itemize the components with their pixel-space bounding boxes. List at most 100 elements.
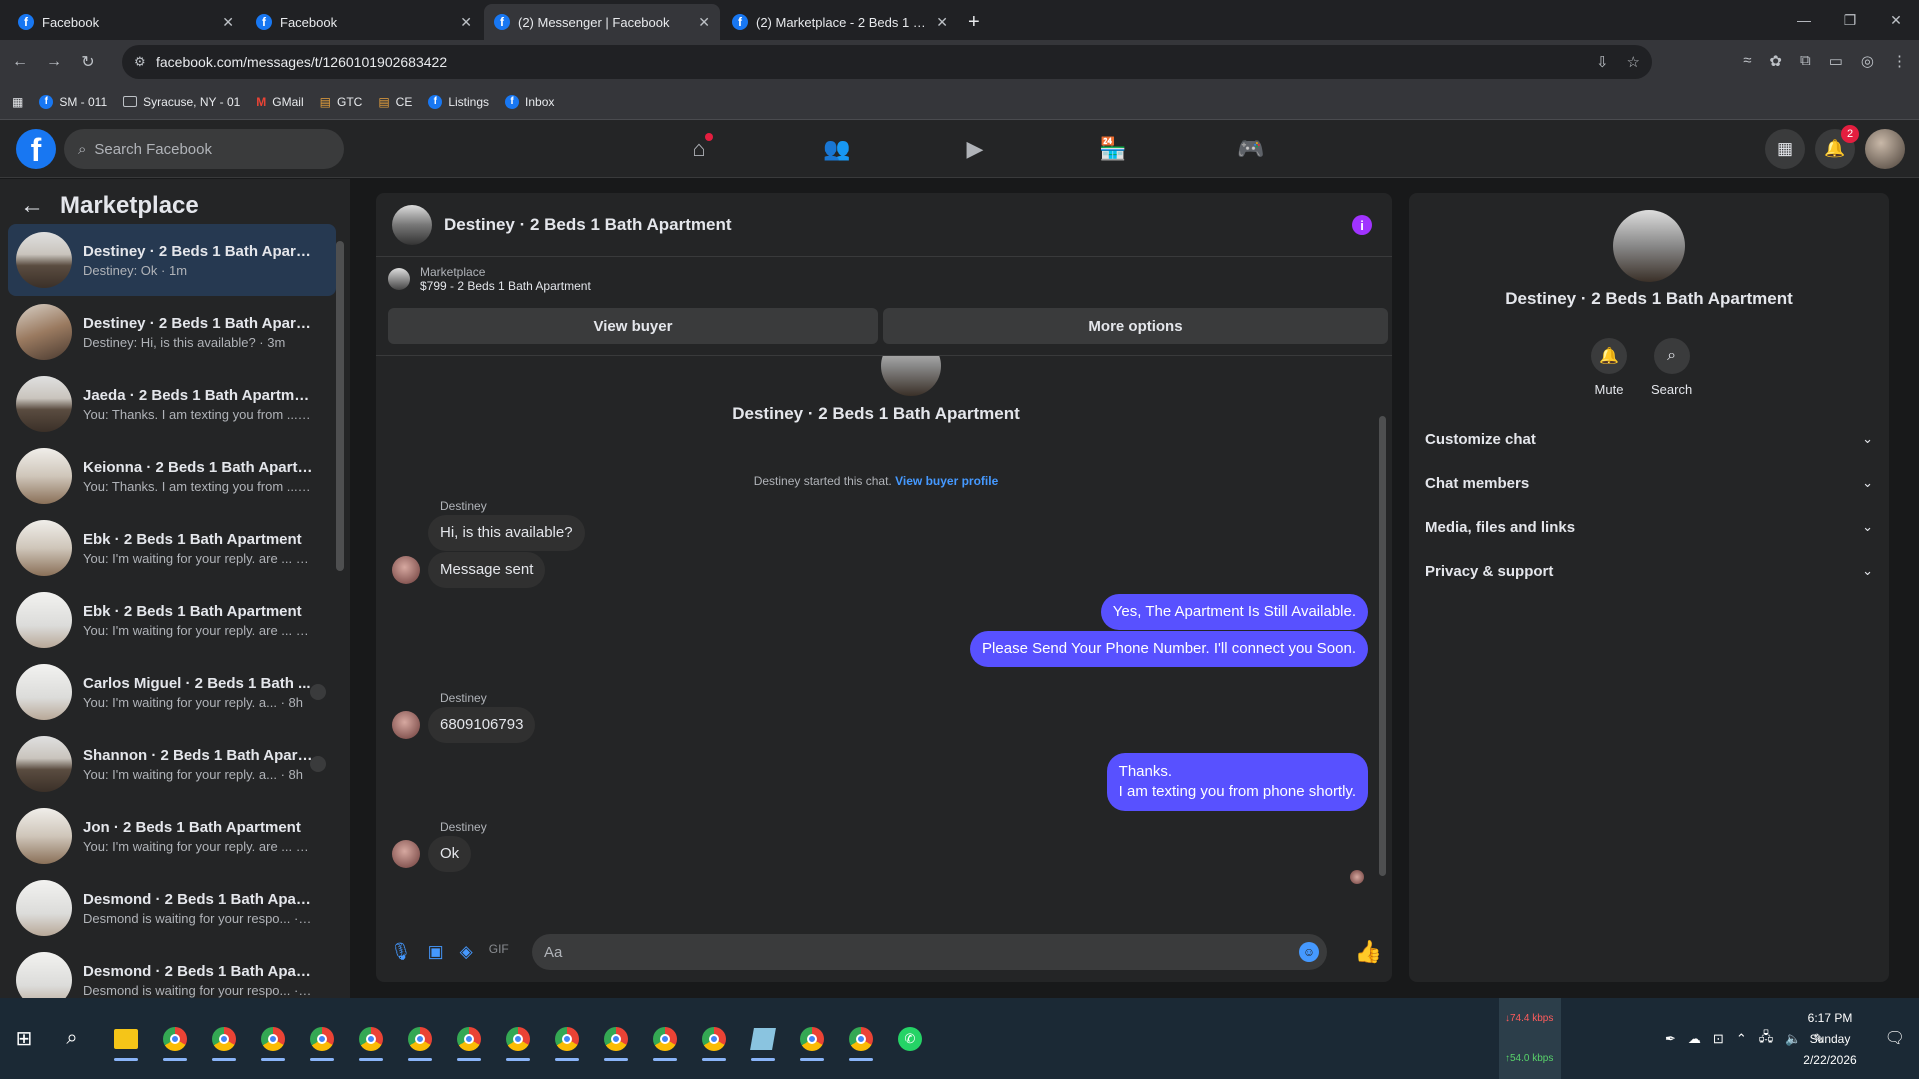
windows-start-icon[interactable]: ⊞ xyxy=(0,998,48,1079)
chrome-icon[interactable] xyxy=(696,1021,732,1061)
chrome-icon[interactable] xyxy=(451,1021,487,1061)
sender-avatar[interactable] xyxy=(392,556,420,584)
taskbar-search-icon[interactable]: ⌕ xyxy=(48,1027,96,1050)
bookmark-item[interactable]: f SM - 011 xyxy=(39,94,107,109)
sender-avatar[interactable] xyxy=(392,711,420,739)
sender-avatar[interactable] xyxy=(392,840,420,868)
photo-icon[interactable]: ▣ xyxy=(428,942,444,962)
extension-icon[interactable]: ✿ xyxy=(1769,52,1782,70)
site-info-icon[interactable]: ⚙ xyxy=(134,54,146,70)
home-icon[interactable]: ⌂ xyxy=(630,120,768,178)
clock[interactable]: 6:17 PM Sunday 2/22/2026 xyxy=(1795,1008,1865,1071)
close-window-icon[interactable]: ✕ xyxy=(1873,0,1919,40)
mute-button[interactable]: 🔔 Mute xyxy=(1591,338,1627,397)
new-tab-button[interactable]: + xyxy=(960,4,988,40)
scrollbar[interactable] xyxy=(1379,416,1386,876)
tray-app-icon[interactable]: ⊡ xyxy=(1713,1031,1724,1047)
chrome-icon[interactable] xyxy=(549,1021,585,1061)
view-buyer-profile-link[interactable]: View buyer profile xyxy=(895,474,998,488)
browser-tab[interactable]: f Facebook ✕ xyxy=(246,4,482,40)
gif-icon[interactable]: GIF xyxy=(489,942,509,962)
reload-icon[interactable]: ↻ xyxy=(74,52,102,72)
pen-icon[interactable]: ✒ xyxy=(1665,1031,1676,1047)
chrome-icon[interactable] xyxy=(843,1021,879,1061)
chat-avatar[interactable] xyxy=(392,204,432,245)
browser-tab[interactable]: f (2) Marketplace - 2 Beds 1 Bath ✕ xyxy=(722,4,958,40)
account-avatar[interactable] xyxy=(1865,129,1905,169)
bookmark-item[interactable]: Syracuse, NY - 01 xyxy=(123,95,240,109)
chrome-icon[interactable] xyxy=(255,1021,291,1061)
bookmark-item[interactable]: M GMail xyxy=(256,95,303,109)
conversation-item[interactable]: Carlos Miguel · 2 Beds 1 Bath ... You: I'… xyxy=(8,656,336,728)
notifications-bell-icon[interactable]: 🔔 2 xyxy=(1815,125,1859,169)
privacy-support-item[interactable]: Privacy & support ⌄ xyxy=(1425,549,1881,593)
chrome-icon[interactable] xyxy=(206,1021,242,1061)
listing-summary[interactable]: Marketplace $799 - 2 Beds 1 Bath Apartme… xyxy=(388,265,591,293)
chat-members-item[interactable]: Chat members ⌄ xyxy=(1425,461,1881,505)
more-options-button[interactable]: More options xyxy=(883,308,1388,344)
microphone-icon[interactable]: 🎙 xyxy=(390,942,412,962)
minimize-icon[interactable]: — xyxy=(1781,0,1827,40)
info-icon[interactable]: i xyxy=(1352,215,1372,235)
file-explorer-icon[interactable] xyxy=(108,1021,144,1061)
friends-icon[interactable]: 👥 xyxy=(768,120,906,178)
address-bar[interactable]: ⚙ facebook.com/messages/t/12601019026834… xyxy=(122,45,1652,79)
restore-icon[interactable]: ❐ xyxy=(1827,0,1873,40)
chrome-icon[interactable] xyxy=(598,1021,634,1061)
scrollbar[interactable] xyxy=(336,241,344,571)
close-tab-icon[interactable]: ✕ xyxy=(698,14,710,31)
chrome-icon[interactable] xyxy=(353,1021,389,1061)
marketplace-icon[interactable]: 🏪 xyxy=(1044,120,1182,178)
menu-grid-icon[interactable]: ▦ xyxy=(1765,129,1805,169)
chrome-icon[interactable] xyxy=(402,1021,438,1061)
bookmark-item[interactable]: f Listings xyxy=(428,94,489,109)
bookmark-star-icon[interactable]: ☆ xyxy=(1627,53,1640,71)
chat-title[interactable]: Destiney · 2 Beds 1 Bath Apartment xyxy=(444,215,732,235)
conversation-item[interactable]: Shannon · 2 Beds 1 Bath Apart... You: I'm… xyxy=(8,728,336,800)
facebook-logo-icon[interactable]: f xyxy=(16,129,56,169)
conversation-item[interactable]: Destiney · 2 Beds 1 Bath Apartm... Destin… xyxy=(8,296,336,368)
sticker-icon[interactable]: ◈ xyxy=(460,942,473,962)
browser-tab-active[interactable]: f (2) Messenger | Facebook ✕ xyxy=(484,4,720,40)
search-button[interactable]: ⌕ Search xyxy=(1651,338,1692,397)
chrome-icon[interactable] xyxy=(794,1021,830,1061)
media-files-links-item[interactable]: Media, files and links ⌄ xyxy=(1425,505,1881,549)
conversation-item[interactable]: Ebk · 2 Beds 1 Bath Apartment You: I'm wa… xyxy=(8,512,336,584)
extension-icon[interactable]: ≈ xyxy=(1743,52,1751,70)
close-tab-icon[interactable]: ✕ xyxy=(222,14,234,31)
chrome-icon[interactable] xyxy=(157,1021,193,1061)
customize-chat-item[interactable]: Customize chat ⌄ xyxy=(1425,417,1881,461)
back-arrow-icon[interactable]: ← xyxy=(20,192,44,220)
back-icon[interactable]: ← xyxy=(6,53,34,71)
whatsapp-icon[interactable]: ✆ xyxy=(892,1021,928,1057)
chrome-icon[interactable] xyxy=(500,1021,536,1061)
emoji-icon[interactable]: ☺ xyxy=(1299,942,1319,962)
chevron-up-icon[interactable]: ⌃ xyxy=(1736,1031,1747,1047)
chrome-icon[interactable] xyxy=(304,1021,340,1061)
cloud-icon[interactable]: ☁ xyxy=(1688,1031,1701,1047)
bookmark-item[interactable]: f Inbox xyxy=(505,94,554,109)
conversation-item[interactable]: Jon · 2 Beds 1 Bath Apartment You: I'm wa… xyxy=(8,800,336,872)
profile-icon[interactable]: ◎ xyxy=(1861,52,1874,70)
notification-center-icon[interactable]: 🗨 xyxy=(1885,1028,1905,1048)
puzzle-icon[interactable]: ⧉ xyxy=(1800,52,1811,70)
close-tab-icon[interactable]: ✕ xyxy=(460,14,472,31)
message-input[interactable]: Aa ☺ xyxy=(532,934,1327,970)
search-facebook-input[interactable]: ⌕ Search Facebook xyxy=(64,129,344,169)
bookmark-item[interactable]: ▤ CE xyxy=(378,95,412,109)
video-icon[interactable]: ▶ xyxy=(906,120,1044,178)
notepad-icon[interactable] xyxy=(745,1021,781,1061)
conversation-item[interactable]: Ebk · 2 Beds 1 Bath Apartment You: I'm wa… xyxy=(8,584,336,656)
network-icon[interactable]: 🖧 xyxy=(1759,1028,1774,1050)
view-buyer-button[interactable]: View buyer xyxy=(388,308,878,344)
conversation-item[interactable]: Desmond · 2 Beds 1 Bath Apart... Desmond … xyxy=(8,872,336,944)
gaming-icon[interactable]: 🎮 xyxy=(1182,120,1320,178)
close-tab-icon[interactable]: ✕ xyxy=(936,14,948,31)
sidepanel-icon[interactable]: ▭ xyxy=(1829,52,1843,70)
conversation-item[interactable]: Destiney · 2 Beds 1 Bath Apartm... Destin… xyxy=(8,224,336,296)
bookmark-item[interactable]: ▤ GTC xyxy=(320,95,363,109)
install-app-icon[interactable]: ⇩ xyxy=(1596,53,1609,71)
conversation-item[interactable]: Jaeda · 2 Beds 1 Bath Apartment You: Than… xyxy=(8,368,336,440)
thumbs-up-icon[interactable]: 👍 xyxy=(1355,939,1382,965)
forward-icon[interactable]: → xyxy=(40,53,68,71)
